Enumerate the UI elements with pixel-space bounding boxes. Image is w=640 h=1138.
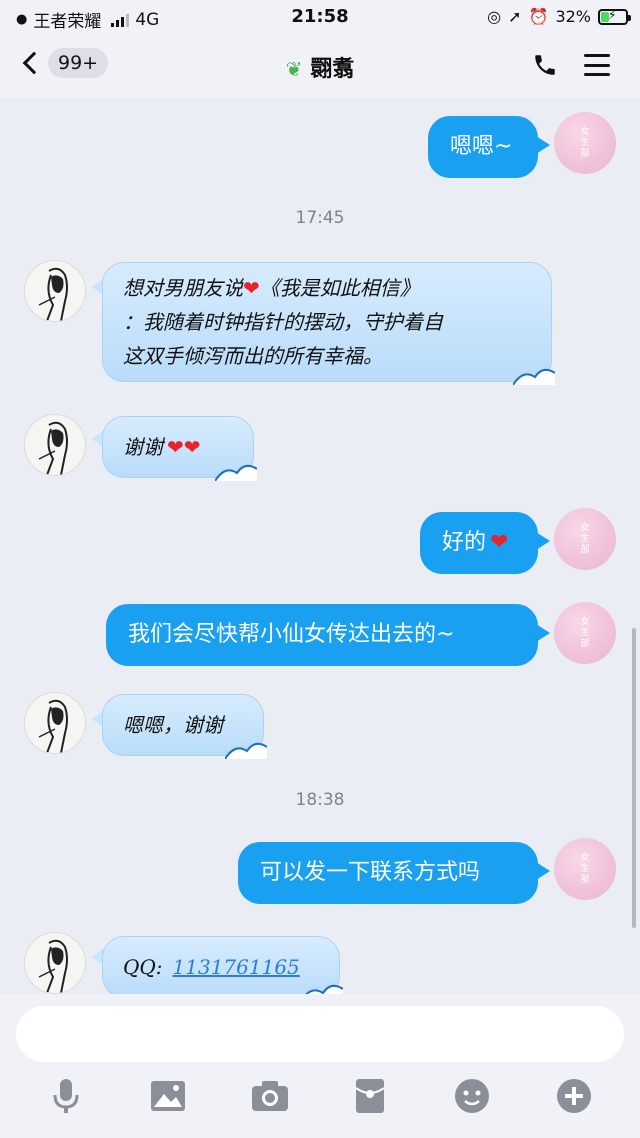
girl-portrait-icon: [38, 421, 68, 475]
message-text: 嗯嗯，谢谢: [123, 713, 223, 737]
message-list[interactable]: 嗯嗯~ 女 生 部 17:45 想对男朋友说❤《我是如此相信》 ：我随着时钟指针…: [0, 98, 640, 994]
input-area: [0, 994, 640, 1138]
girl-portrait-icon: [38, 939, 68, 993]
scrollbar[interactable]: [632, 628, 636, 928]
plus-icon[interactable]: [554, 1076, 594, 1116]
message-text: 想对男朋友说: [123, 276, 243, 300]
charging-icon: ⚡: [608, 7, 617, 22]
avatar-label: 女 生 部: [580, 616, 590, 649]
message-text: ：我随着时钟指针的摆动，守护着自: [123, 310, 443, 334]
bubble-tail: [536, 624, 550, 642]
contact-avatar[interactable]: [24, 260, 86, 322]
sprout-icon: ❦: [285, 57, 303, 81]
incoming-message[interactable]: 嗯嗯，谢谢: [102, 694, 267, 759]
red-packet-icon[interactable]: [350, 1076, 390, 1116]
my-avatar[interactable]: 女 生 部: [554, 508, 616, 570]
girl-portrait-icon: [38, 267, 68, 321]
my-avatar[interactable]: 女 生 部: [554, 602, 616, 664]
image-icon[interactable]: [148, 1076, 188, 1116]
mic-icon[interactable]: [46, 1076, 86, 1116]
emoji-icon[interactable]: [452, 1076, 492, 1116]
heart-icon: ❤: [243, 276, 260, 300]
outgoing-message[interactable]: 好的 ❤: [420, 512, 538, 574]
wave-decoration-icon: [513, 368, 555, 385]
wave-decoration-icon: [215, 464, 257, 481]
message-text: 《我是如此相信》: [259, 276, 420, 300]
outgoing-message[interactable]: 嗯嗯~: [428, 116, 538, 178]
battery-icon: ⚡: [598, 7, 631, 25]
bubble-tail: [536, 532, 550, 550]
location-icon: ➚: [508, 7, 522, 26]
status-bar: ● 王者荣耀 4G 21:58 ◎ ➚ ⏰ 32% ⚡: [0, 0, 640, 34]
contact-name: 翾翥: [310, 57, 355, 82]
message-text: 我们会尽快帮小仙女传达出去的~: [128, 622, 455, 647]
my-avatar[interactable]: 女 生 部: [554, 838, 616, 900]
heart-icon: ❤: [490, 530, 509, 555]
message-text: 这双手倾泻而出的所有幸福。: [123, 344, 383, 368]
message-input[interactable]: [16, 1006, 624, 1062]
outgoing-message[interactable]: 我们会尽快帮小仙女传达出去的~: [106, 604, 538, 666]
contact-avatar[interactable]: [24, 414, 86, 476]
alarm-icon: ⏰: [528, 7, 549, 26]
outgoing-message[interactable]: 可以发一下联系方式吗: [238, 842, 538, 904]
camera-icon[interactable]: [250, 1076, 290, 1116]
chat-header: 99+ ❦ 翾翥: [0, 34, 640, 98]
battery-percent: 32%: [555, 7, 591, 26]
input-toolbar: [0, 1076, 640, 1120]
avatar-label: 女 生 部: [580, 852, 590, 885]
bubble-tail: [536, 136, 550, 154]
incoming-message[interactable]: QQ: 1131761165: [102, 936, 343, 994]
qq-number-link[interactable]: 1131761165: [173, 950, 300, 984]
phone-icon[interactable]: [532, 52, 558, 78]
my-avatar[interactable]: 女 生 部: [554, 112, 616, 174]
wave-decoration-icon: [305, 984, 343, 994]
message-text: 可以发一下联系方式吗: [260, 860, 481, 885]
message-text: QQ:: [123, 955, 163, 979]
wave-decoration-icon: [225, 742, 267, 759]
timestamp: 18:38: [295, 790, 345, 810]
avatar-label: 女 生 部: [580, 126, 590, 159]
timestamp: 17:45: [295, 208, 345, 228]
avatar-label: 女 生 部: [580, 522, 590, 555]
girl-portrait-icon: [38, 699, 68, 753]
incoming-message[interactable]: 谢谢 ❤❤: [102, 416, 257, 481]
incoming-message[interactable]: 想对男朋友说❤《我是如此相信》 ：我随着时钟指针的摆动，守护着自 这双手倾泻而出…: [102, 262, 555, 385]
lock-rotation-icon: ◎: [487, 7, 502, 26]
heart-icon: ❤❤: [167, 435, 201, 459]
contact-avatar[interactable]: [24, 932, 86, 994]
contact-avatar[interactable]: [24, 692, 86, 754]
message-line: 想对男朋友说❤《我是如此相信》: [123, 271, 420, 305]
menu-icon[interactable]: [584, 54, 610, 76]
bubble-tail: [536, 862, 550, 880]
message-text: 嗯嗯~: [450, 134, 513, 159]
message-text: 谢谢: [123, 435, 163, 459]
status-right: ◎ ➚ ⏰ 32% ⚡: [487, 7, 631, 26]
message-text: 好的: [442, 530, 487, 555]
